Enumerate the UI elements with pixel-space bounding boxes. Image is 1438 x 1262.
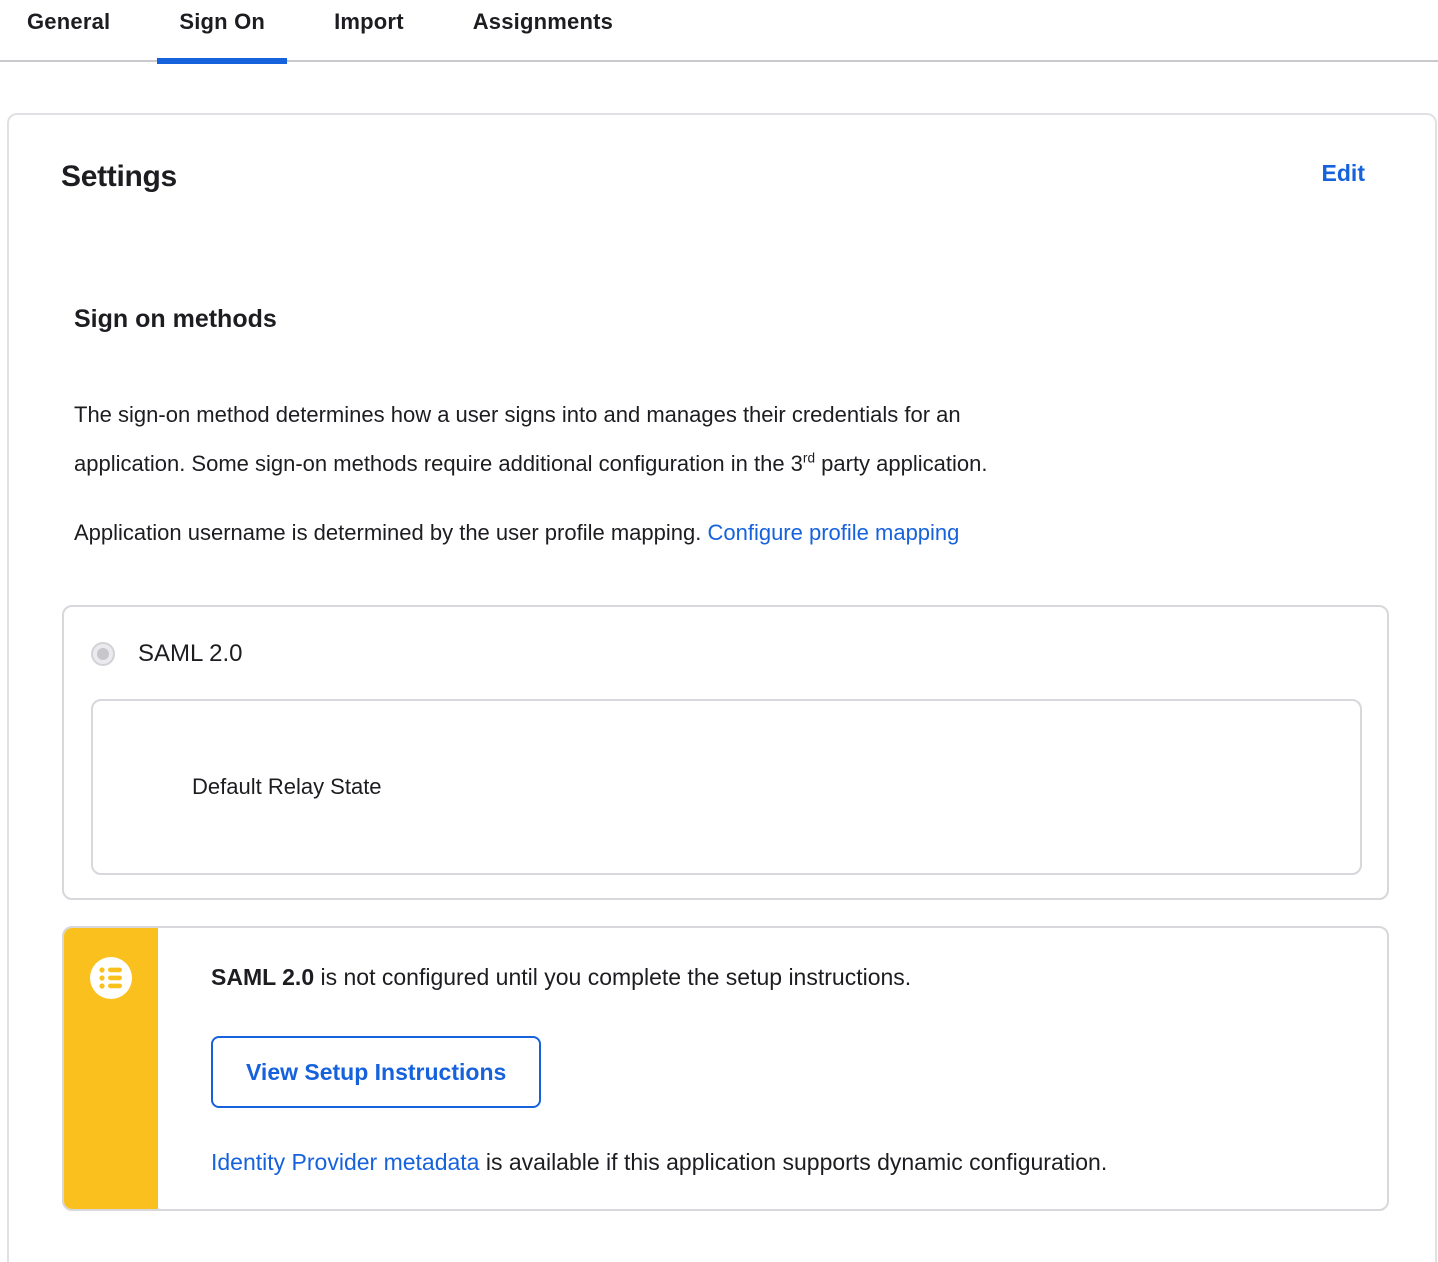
tab-general[interactable]: General (5, 0, 132, 62)
metadata-availability-text: is available if this application support… (479, 1149, 1108, 1175)
tab-sign-on[interactable]: Sign On (157, 0, 287, 64)
edit-link[interactable]: Edit (1322, 160, 1365, 187)
description-line2: application. Some sign-on methods requir… (74, 451, 803, 476)
identity-provider-metadata-link[interactable]: Identity Provider metadata (211, 1149, 479, 1175)
tab-assignments[interactable]: Assignments (451, 0, 635, 62)
sign-on-description: The sign-on method determines how a user… (74, 390, 1389, 488)
saml-warning-banner: SAML 2.0 is not configured until you com… (62, 926, 1389, 1211)
page-title: Settings (61, 160, 177, 193)
list-icon (90, 957, 132, 999)
saml-method-box: SAML 2.0 Default Relay State (62, 605, 1389, 900)
description-line2-end: party application. (815, 451, 988, 476)
tab-import[interactable]: Import (312, 0, 426, 62)
default-relay-state-label: Default Relay State (192, 774, 382, 799)
saml-radio-row: SAML 2.0 (91, 640, 1362, 668)
warning-banner-strip (64, 928, 158, 1209)
description-line1: The sign-on method determines how a user… (74, 402, 961, 427)
sign-on-methods-section: Sign on methods The sign-on method deter… (62, 305, 1389, 1211)
ordinal-superscript: rd (802, 450, 816, 466)
warning-banner-message: is not configured until you complete the… (314, 964, 912, 990)
warning-banner-content: SAML 2.0 is not configured until you com… (158, 928, 1387, 1209)
warning-banner-text: SAML 2.0 is not configured until you com… (211, 964, 1347, 991)
configure-profile-mapping-link[interactable]: Configure profile mapping (707, 520, 959, 545)
tab-bar: General Sign On Import Assignments (0, 0, 1438, 64)
warning-banner-footer: Identity Provider metadata is available … (211, 1149, 1347, 1176)
username-mapping-label: Application username is determined by th… (74, 520, 708, 545)
view-setup-instructions-button[interactable]: View Setup Instructions (211, 1036, 542, 1108)
settings-card: Settings Edit Sign on methods The sign-o… (7, 113, 1437, 1262)
saml-radio-button[interactable] (91, 642, 115, 666)
sign-on-methods-heading: Sign on methods (74, 305, 277, 333)
default-relay-state-box: Default Relay State (91, 699, 1362, 875)
saml-radio-label: SAML 2.0 (138, 640, 243, 667)
username-mapping-text: Application username is determined by th… (74, 508, 1389, 557)
settings-card-header: Settings Edit (55, 160, 1389, 194)
warning-banner-bold: SAML 2.0 (211, 964, 315, 990)
